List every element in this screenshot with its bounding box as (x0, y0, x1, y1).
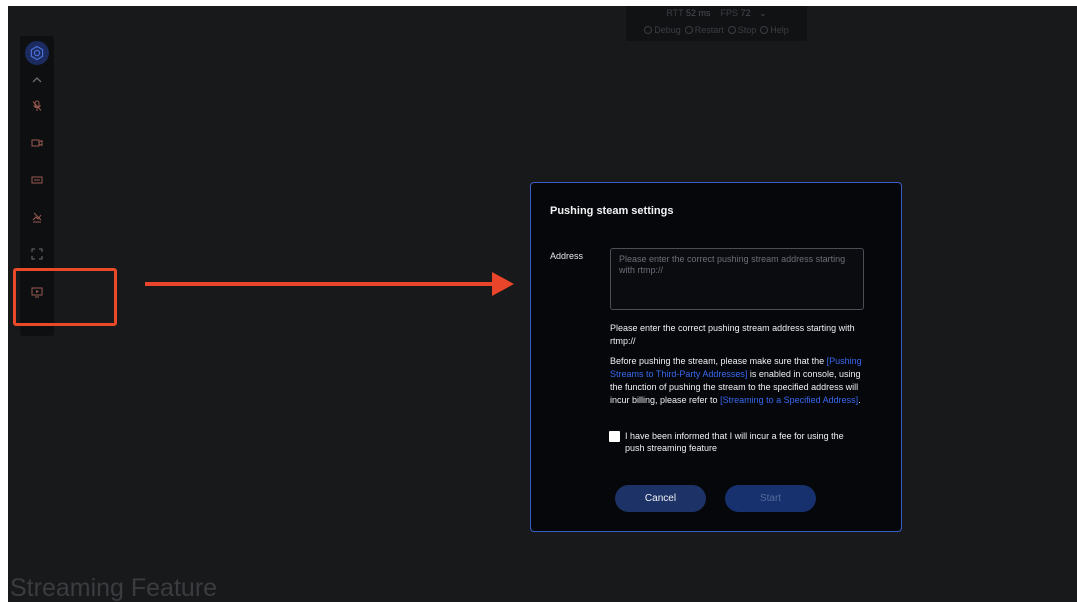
fullscreen-icon[interactable] (29, 246, 45, 262)
feature-caption: Streaming Feature (10, 574, 218, 602)
chevron-up-icon[interactable] (29, 72, 45, 88)
specified-address-link[interactable]: [Streaming to a Specified Address] (720, 395, 858, 405)
debug-button[interactable]: Debug (644, 25, 681, 35)
start-button[interactable]: Start (725, 485, 816, 512)
dialog-title: Pushing steam settings (550, 205, 674, 217)
gamepad-off-icon[interactable] (29, 209, 45, 225)
help-icon (760, 26, 769, 34)
stats-bar: RTT 52 ms FPS 72 ⌄ Debug Restart Stop He (626, 6, 807, 41)
chevron-down-icon[interactable]: ⌄ (759, 8, 767, 19)
restart-button[interactable]: Restart (684, 25, 724, 35)
stats-line: RTT 52 ms FPS 72 ⌄ (626, 8, 807, 19)
address-label: Address (550, 251, 584, 261)
notice-text-3: . (858, 395, 861, 405)
power-icon (727, 26, 736, 34)
help-button[interactable]: Help (760, 25, 789, 35)
camera-icon[interactable] (29, 135, 45, 151)
microphone-icon[interactable] (29, 98, 45, 114)
agree-label: I have been informed that I will incur a… (625, 431, 844, 453)
help-label: Help (770, 25, 789, 35)
restart-label: Restart (694, 25, 724, 35)
annotation-arrow (145, 282, 497, 286)
rtt-label: RTT (666, 8, 684, 18)
fps-value: 72 (740, 8, 751, 18)
keyboard-icon[interactable] (29, 172, 45, 188)
address-hint: Please enter the correct pushing stream … (610, 323, 855, 346)
settings-logo-icon[interactable] (25, 41, 49, 65)
debug-label: Debug (654, 25, 681, 35)
fps-label: FPS (720, 8, 739, 18)
address-input[interactable] (610, 248, 864, 310)
annotation-arrow-head (492, 272, 514, 296)
push-stream-dialog: Pushing steam settings Address Please en… (530, 182, 902, 532)
app-canvas: RTT 52 ms FPS 72 ⌄ Debug Restart Stop He (8, 6, 1077, 602)
agree-checkbox[interactable] (609, 431, 620, 442)
stop-button[interactable]: Stop (727, 25, 757, 35)
notice-text-1: Before pushing the stream, please make s… (610, 356, 827, 366)
fee-agreement: I have been informed that I will incur a… (609, 430, 869, 454)
cancel-button[interactable]: Cancel (615, 485, 706, 512)
rtt-value: 52 ms (686, 8, 711, 18)
restart-icon (684, 26, 693, 34)
annotation-highlight-box (13, 268, 117, 326)
billing-notice: Before pushing the stream, please make s… (610, 355, 864, 407)
debug-icon (644, 26, 653, 34)
stop-label: Stop (737, 25, 757, 35)
